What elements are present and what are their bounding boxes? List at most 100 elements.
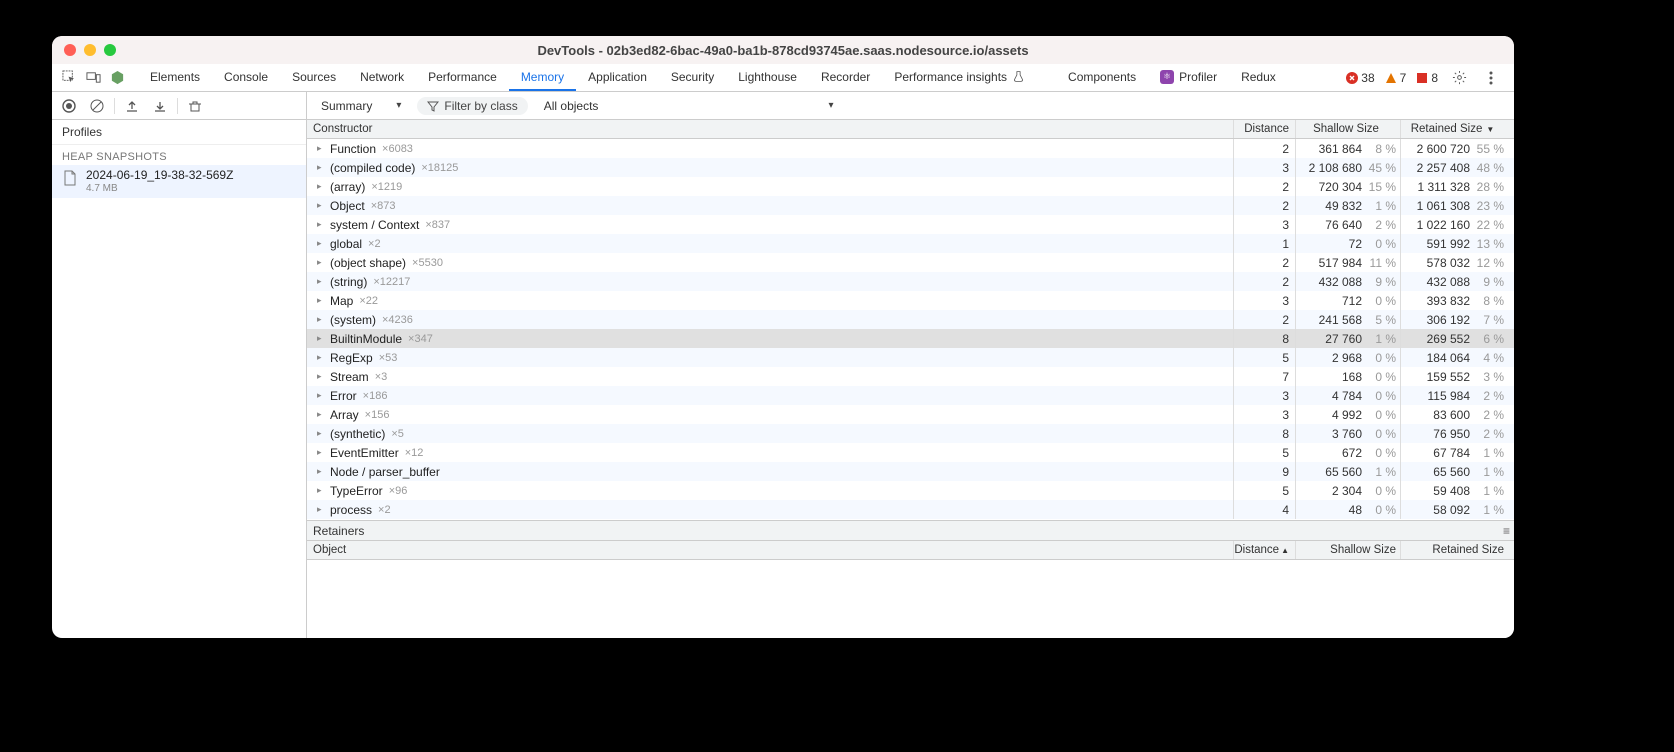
record-icon[interactable]: [58, 95, 80, 117]
table-row[interactable]: ▸(system)×42362241 5685 %306 1927 %: [307, 310, 1514, 329]
settings-icon[interactable]: [1448, 67, 1470, 89]
class-filter-input[interactable]: Filter by class: [417, 97, 527, 115]
table-row[interactable]: ▸(object shape)×55302517 98411 %578 0321…: [307, 253, 1514, 272]
react-icon: ⚛: [1049, 70, 1063, 84]
traffic-lights: [64, 44, 116, 56]
table-row[interactable]: ▸TypeError×9652 3040 %59 4081 %: [307, 481, 1514, 500]
expand-icon[interactable]: ▸: [317, 390, 325, 401]
more-icon[interactable]: [1480, 67, 1502, 89]
close-icon[interactable]: [64, 44, 76, 56]
ret-col-object[interactable]: Object: [307, 541, 1234, 559]
warning-count[interactable]: 7: [1385, 71, 1407, 85]
tab-performance[interactable]: Performance: [416, 64, 509, 91]
tab-perf-insights[interactable]: Performance insights: [882, 64, 1037, 91]
gc-icon[interactable]: [184, 95, 206, 117]
expand-icon[interactable]: ▸: [317, 257, 325, 268]
table-row[interactable]: ▸Array×15634 9920 %83 6002 %: [307, 405, 1514, 424]
retainers-title: Retainers ≡: [307, 521, 1514, 541]
zoom-icon[interactable]: [104, 44, 116, 56]
react-icon: ⚛: [1160, 70, 1174, 84]
issues-count[interactable]: 8: [1416, 71, 1438, 85]
retainers-panel: Retainers ≡ Object Distance Shallow Size…: [307, 520, 1514, 638]
content: Profiles HEAP SNAPSHOTS 2024-06-19_19-38…: [52, 120, 1514, 638]
retainers-menu-icon[interactable]: ≡: [1503, 524, 1510, 538]
tab-console[interactable]: Console: [212, 64, 280, 91]
col-constructor[interactable]: Constructor: [307, 120, 1234, 138]
table-row[interactable]: ▸BuiltinModule×347827 7601 %269 5526 %: [307, 329, 1514, 348]
minimize-icon[interactable]: [84, 44, 96, 56]
expand-icon[interactable]: ▸: [317, 466, 325, 477]
table-row[interactable]: ▸process×24480 %58 0921 %: [307, 500, 1514, 519]
table-row[interactable]: ▸Stream×371680 %159 5523 %: [307, 367, 1514, 386]
panel-tabs: Elements Console Sources Network Perform…: [138, 64, 1344, 91]
table-row[interactable]: ▸Object×873249 8321 %1 061 30823 %: [307, 196, 1514, 215]
tab-elements[interactable]: Elements: [138, 64, 212, 91]
expand-icon[interactable]: ▸: [317, 219, 325, 230]
table-row[interactable]: ▸Node / parser_buffer965 5601 %65 5601 %: [307, 462, 1514, 481]
table-row[interactable]: ▸system / Context×837376 6402 %1 022 160…: [307, 215, 1514, 234]
table-row[interactable]: ▸Error×18634 7840 %115 9842 %: [307, 386, 1514, 405]
snapshot-name: 2024-06-19_19-38-32-569Z: [86, 169, 233, 183]
tab-application[interactable]: Application: [576, 64, 659, 91]
expand-icon[interactable]: ▸: [317, 428, 325, 439]
tab-redux[interactable]: Redux: [1229, 64, 1288, 91]
expand-icon[interactable]: ▸: [317, 181, 325, 192]
expand-icon[interactable]: ▸: [317, 371, 325, 382]
tab-network[interactable]: Network: [348, 64, 416, 91]
grid-header: Constructor Distance Shallow Size Retain…: [307, 120, 1514, 139]
expand-icon[interactable]: ▸: [317, 409, 325, 420]
table-row[interactable]: ▸(synthetic)×583 7600 %76 9502 %: [307, 424, 1514, 443]
download-icon[interactable]: [149, 95, 171, 117]
table-row[interactable]: ▸EventEmitter×1256720 %67 7841 %: [307, 443, 1514, 462]
titlebar: DevTools - 02b3ed82-6bac-49a0-ba1b-878cd…: [52, 36, 1514, 64]
device-icon[interactable]: [82, 67, 104, 89]
upload-icon[interactable]: [121, 95, 143, 117]
expand-icon[interactable]: ▸: [317, 314, 325, 325]
tab-memory[interactable]: Memory: [509, 64, 576, 91]
memory-toolbar: Summary Filter by class All objects: [52, 92, 1514, 120]
tab-sources[interactable]: Sources: [280, 64, 348, 91]
col-distance[interactable]: Distance: [1234, 120, 1296, 138]
expand-icon[interactable]: ▸: [317, 295, 325, 306]
filter-icon: [427, 100, 439, 112]
table-row[interactable]: ▸(array)×12192720 30415 %1 311 32828 %: [307, 177, 1514, 196]
ret-col-shallow[interactable]: Shallow Size: [1296, 541, 1401, 559]
expand-icon[interactable]: ▸: [317, 485, 325, 496]
expand-icon[interactable]: ▸: [317, 447, 325, 458]
ret-col-retained[interactable]: Retained Size: [1401, 541, 1506, 559]
table-row[interactable]: ▸global×21720 %591 99213 %: [307, 234, 1514, 253]
col-shallow[interactable]: Shallow Size: [1296, 120, 1401, 138]
expand-icon[interactable]: ▸: [317, 333, 325, 344]
expand-icon[interactable]: ▸: [317, 143, 325, 154]
tab-lighthouse[interactable]: Lighthouse: [726, 64, 809, 91]
retainers-header: Object Distance Shallow Size Retained Si…: [307, 541, 1514, 560]
flask-icon: [1012, 70, 1025, 83]
expand-icon[interactable]: ▸: [317, 504, 325, 515]
retainers-body: [307, 560, 1514, 638]
error-icon: [1346, 72, 1358, 84]
tab-components[interactable]: ⚛ Components: [1037, 64, 1148, 91]
col-retained[interactable]: Retained Size: [1401, 120, 1506, 138]
node-icon[interactable]: [106, 67, 128, 89]
ret-col-distance[interactable]: Distance: [1234, 541, 1296, 559]
objects-select[interactable]: All objects: [536, 96, 842, 116]
expand-icon[interactable]: ▸: [317, 352, 325, 363]
tab-security[interactable]: Security: [659, 64, 726, 91]
table-row[interactable]: ▸RegExp×5352 9680 %184 0644 %: [307, 348, 1514, 367]
table-row[interactable]: ▸Function×60832361 8648 %2 600 72055 %: [307, 139, 1514, 158]
table-row[interactable]: ▸(compiled code)×1812532 108 68045 %2 25…: [307, 158, 1514, 177]
tab-profiler[interactable]: ⚛ Profiler: [1148, 64, 1229, 91]
clear-icon[interactable]: [86, 95, 108, 117]
grid-body[interactable]: ▸Function×60832361 8648 %2 600 72055 %▸(…: [307, 139, 1514, 520]
expand-icon[interactable]: ▸: [317, 162, 325, 173]
error-count[interactable]: 38: [1346, 71, 1374, 85]
expand-icon[interactable]: ▸: [317, 276, 325, 287]
expand-icon[interactable]: ▸: [317, 200, 325, 211]
tab-recorder[interactable]: Recorder: [809, 64, 882, 91]
table-row[interactable]: ▸(string)×122172432 0889 %432 0889 %: [307, 272, 1514, 291]
view-select[interactable]: Summary: [313, 96, 409, 116]
table-row[interactable]: ▸Map×2237120 %393 8328 %: [307, 291, 1514, 310]
expand-icon[interactable]: ▸: [317, 238, 325, 249]
snapshot-item[interactable]: 2024-06-19_19-38-32-569Z 4.7 MB: [52, 165, 306, 198]
inspect-icon[interactable]: [58, 67, 80, 89]
